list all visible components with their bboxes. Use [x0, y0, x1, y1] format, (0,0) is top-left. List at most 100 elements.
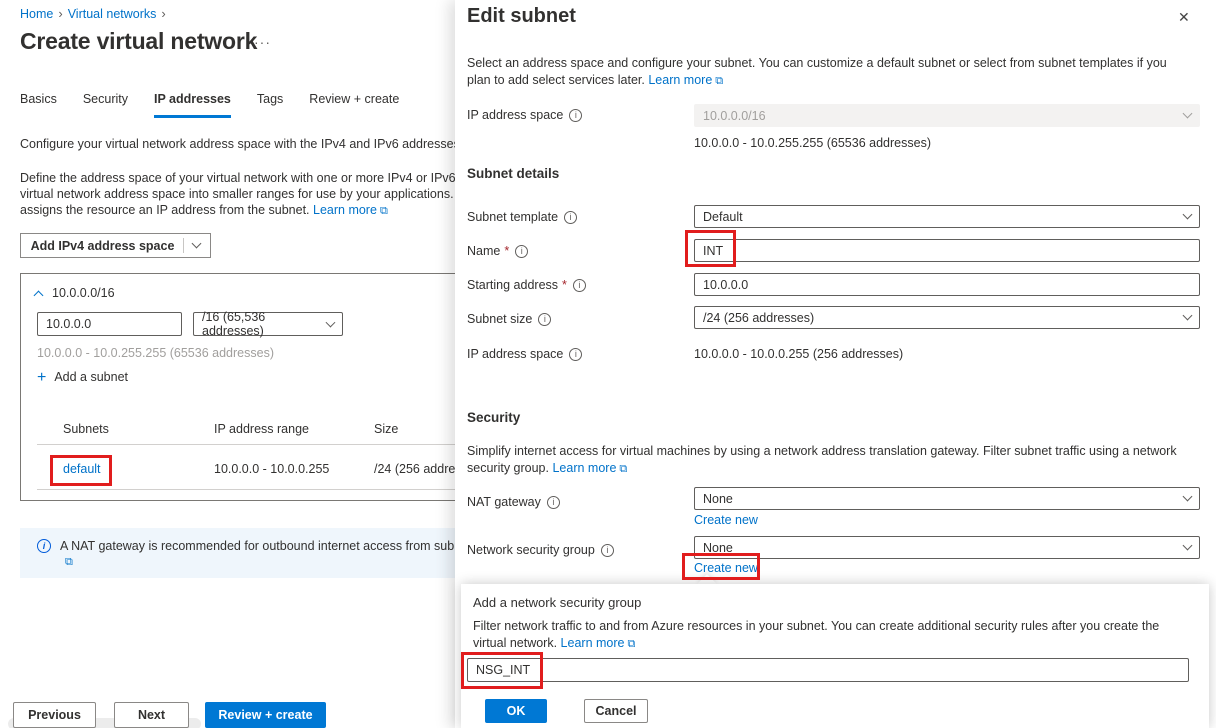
table-header-subnets: Subnets [63, 422, 109, 438]
nsg-name-input[interactable] [467, 658, 1189, 682]
subnet-default-link[interactable]: default [63, 462, 101, 478]
info-icon: i [564, 211, 577, 224]
review-create-button[interactable]: Review + create [205, 702, 326, 728]
info-icon: i [538, 313, 551, 326]
nat-gateway-label: NAT gateway i [467, 495, 560, 509]
info-icon: i [515, 245, 528, 258]
wizard-tabs: Basics Security IP addresses Tags Review… [20, 92, 399, 118]
breadcrumb-virtual-networks-link[interactable]: Virtual networks [68, 7, 157, 21]
external-link-icon: ⧉ [627, 638, 635, 650]
label-text: IP address space [467, 347, 563, 361]
nat-gateway-create-new-link[interactable]: Create new [694, 513, 758, 527]
subnet-template-select[interactable]: Default [694, 205, 1200, 228]
subnet-ip-space-label: IP address space i [467, 347, 582, 361]
table-header-size: Size [374, 422, 398, 438]
tab-review-create[interactable]: Review + create [309, 92, 399, 118]
cancel-button[interactable]: Cancel [584, 699, 648, 723]
select-value: None [703, 541, 733, 555]
info-icon: i [547, 496, 560, 509]
chevron-down-icon [1183, 210, 1193, 220]
chevron-down-icon [1183, 492, 1193, 502]
tab-ip-addresses[interactable]: IP addresses [154, 92, 231, 118]
nsg-create-new-link[interactable]: Create new [694, 561, 758, 575]
nsg-select[interactable]: None [694, 536, 1200, 559]
subnet-name-input[interactable] [694, 239, 1200, 262]
info-icon: i [601, 544, 614, 557]
starting-address-input[interactable] [694, 273, 1200, 296]
info-icon: i [37, 539, 51, 553]
nat-gateway-select[interactable]: None [694, 487, 1200, 510]
breadcrumb-separator-icon: › [156, 6, 170, 21]
chevron-down-icon[interactable] [192, 239, 202, 249]
azure-create-vnet-page: Home › Virtual networks › Create virtual… [0, 0, 1216, 728]
security-description: Simplify internet access for virtual mac… [467, 443, 1179, 477]
add-ipv4-address-space-button[interactable]: Add IPv4 address space [20, 233, 211, 258]
intro-text: Configure your virtual network address s… [20, 137, 484, 151]
page-title: Create virtual network [20, 28, 257, 55]
plus-icon: + [37, 371, 46, 385]
starting-address-label: Starting address * i [467, 278, 586, 292]
address-space-cidr: 10.0.0.0/16 [52, 286, 115, 302]
subnet-size-label: Subnet size i [467, 312, 551, 326]
banner-text: A NAT gateway is recommended for outboun… [60, 539, 520, 553]
breadcrumb: Home › Virtual networks › [20, 6, 171, 21]
chevron-up-icon[interactable] [34, 291, 44, 301]
subnet-template-label: Subnet template i [467, 210, 577, 224]
define-text-line2: virtual network address space into small… [20, 187, 483, 201]
learn-more-link[interactable]: Learn more [561, 636, 625, 650]
subnet-size-select[interactable]: /24 (256 addresses) [694, 306, 1200, 329]
popup-title: Add a network security group [473, 595, 641, 610]
select-value: Default [703, 210, 743, 224]
info-icon: i [573, 279, 586, 292]
address-range-helper: 10.0.0.0 - 10.0.255.255 (65536 addresses… [37, 346, 274, 362]
label-text: IP address space [467, 108, 563, 122]
info-icon: i [569, 109, 582, 122]
address-space-size-select[interactable]: /16 (65,536 addresses) [193, 312, 343, 336]
add-subnet-button[interactable]: + Add a subnet [37, 370, 128, 386]
chevron-down-icon [1183, 541, 1193, 551]
address-space-card: 10.0.0.0/16 /16 (65,536 addresses) 10.0.… [20, 273, 490, 501]
button-divider [183, 238, 184, 253]
tab-tags[interactable]: Tags [257, 92, 283, 118]
label-text: Subnet template [467, 210, 558, 224]
address-space-ip-input[interactable] [37, 312, 182, 336]
next-button[interactable]: Next [114, 702, 189, 728]
select-value: /24 (256 addresses) [703, 311, 814, 325]
select-value: 10.0.0.0/16 [703, 109, 766, 123]
add-subnet-label: Add a subnet [54, 370, 128, 386]
ip-address-space-select: 10.0.0.0/16 [694, 104, 1200, 127]
define-text: assigns the resource an IP address from … [20, 203, 310, 217]
breadcrumb-separator-icon: › [53, 6, 67, 21]
learn-more-link[interactable]: Learn more [313, 203, 377, 217]
learn-more-link[interactable]: Learn more [648, 73, 712, 87]
address-space-header[interactable]: 10.0.0.0/16 [35, 286, 115, 302]
add-nsg-popup: Add a network security group Filter netw… [461, 584, 1209, 728]
table-divider [37, 489, 491, 490]
label-text: Starting address [467, 278, 558, 292]
size-select-value: /16 (65,536 addresses) [202, 310, 327, 338]
external-link-icon[interactable]: ⧉ [65, 556, 73, 569]
ok-button[interactable]: OK [485, 699, 547, 723]
tab-basics[interactable]: Basics [20, 92, 57, 118]
popup-description: Filter network traffic to and from Azure… [473, 618, 1179, 652]
external-link-icon: ⧉ [619, 463, 627, 475]
subnet-details-heading: Subnet details [467, 166, 559, 181]
panel-title: Edit subnet [467, 5, 576, 28]
nsg-label: Network security group i [467, 543, 614, 557]
table-header-ip-range: IP address range [214, 422, 309, 438]
ip-address-space-label: IP address space i [467, 108, 582, 122]
required-marker: * [562, 278, 567, 292]
previous-button[interactable]: Previous [13, 702, 96, 728]
panel-description-text: Select an address space and configure yo… [467, 56, 1167, 87]
tab-security[interactable]: Security [83, 92, 128, 118]
breadcrumb-home-link[interactable]: Home [20, 7, 53, 21]
external-link-icon: ⧉ [715, 75, 723, 87]
table-row[interactable]: default 10.0.0.0 - 10.0.0.255 /24 (256 a… [21, 444, 491, 489]
ip-range-helper: 10.0.0.0 - 10.0.255.255 (65536 addresses… [694, 136, 931, 150]
chevron-down-icon [1183, 311, 1193, 321]
learn-more-link[interactable]: Learn more [552, 461, 616, 475]
close-icon[interactable]: ✕ [1178, 9, 1190, 26]
subnet-ip-space-value: 10.0.0.0 - 10.0.0.255 (256 addresses) [694, 347, 903, 361]
more-options-icon[interactable]: ··· [254, 34, 271, 50]
security-heading: Security [467, 410, 520, 425]
